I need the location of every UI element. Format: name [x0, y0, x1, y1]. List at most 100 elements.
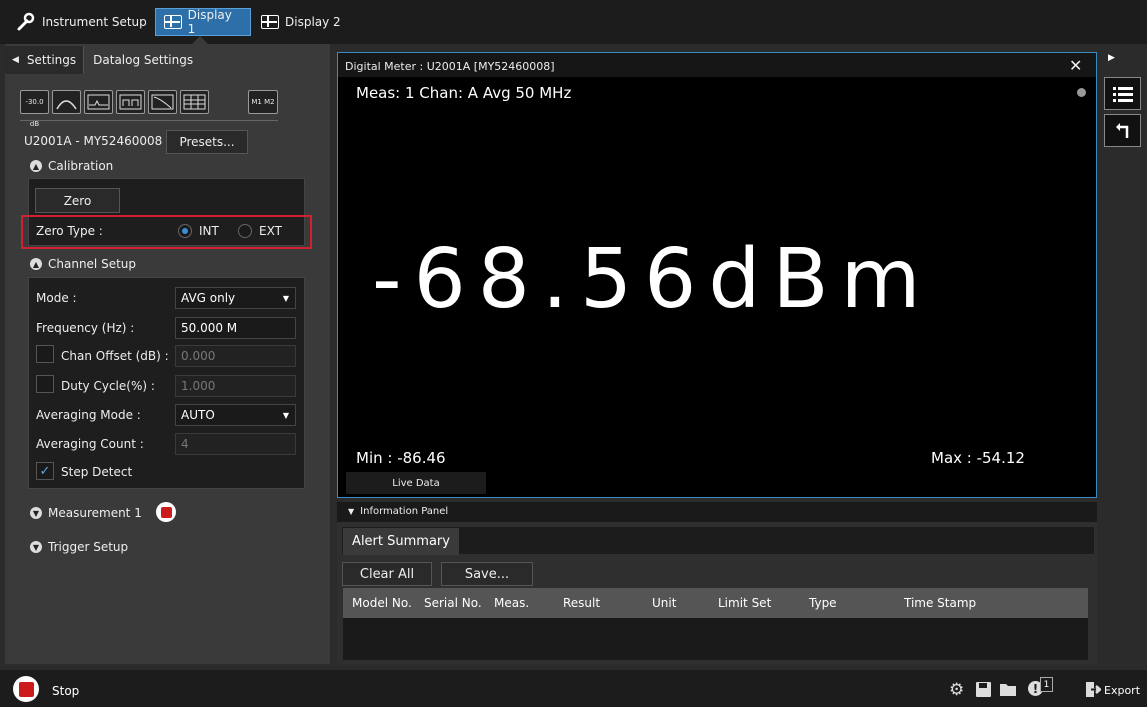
- trace-icon: [87, 94, 110, 110]
- ccdf-view-icon[interactable]: [148, 90, 177, 114]
- chan-offset-checkbox[interactable]: [36, 345, 54, 363]
- frequency-input[interactable]: 50.000 M: [175, 317, 296, 339]
- frequency-label: Frequency (Hz) :: [36, 321, 135, 335]
- tab-alert-summary[interactable]: Alert Summary: [343, 528, 459, 555]
- export-arrow-icon: [1086, 682, 1102, 697]
- step-detect-checkbox[interactable]: ✓: [36, 462, 54, 480]
- duty-cycle-input[interactable]: 1.000: [175, 375, 296, 397]
- measurement-header[interactable]: ▼ Measurement 1: [30, 506, 142, 520]
- live-data-tab[interactable]: Live Data: [346, 472, 486, 494]
- radio-int[interactable]: [178, 224, 192, 238]
- averaging-mode-value: AUTO: [181, 408, 215, 422]
- column-limit-set[interactable]: Limit Set: [718, 596, 771, 610]
- export-icon[interactable]: [1086, 682, 1102, 697]
- alert-count-badge: 1: [1040, 677, 1053, 692]
- presets-button[interactable]: Presets...: [166, 130, 248, 154]
- stop-square: [18, 681, 34, 697]
- chan-offset-label: Chan Offset (dB) :: [61, 349, 169, 363]
- measurement-stop-icon[interactable]: [156, 502, 176, 522]
- settings-tabs: ◀ Settings Datalog Settings: [5, 46, 201, 76]
- duty-cycle-checkbox[interactable]: [36, 375, 54, 393]
- radio-dot: [182, 228, 188, 234]
- section-title: Channel Setup: [48, 257, 137, 271]
- ext-label: EXT: [259, 224, 282, 238]
- status-indicator: [1077, 88, 1086, 97]
- gear-icon[interactable]: ⚙: [949, 680, 964, 700]
- information-panel-header[interactable]: [337, 502, 1097, 522]
- column-meas[interactable]: Meas.: [494, 596, 529, 610]
- tab-label: Instrument Setup: [42, 15, 147, 29]
- alert-table-body: [343, 618, 1088, 660]
- trace-view-icon[interactable]: [84, 90, 113, 114]
- meter-title: Digital Meter : U2001A [MY52460008]: [345, 60, 555, 73]
- gate-icon: [119, 94, 142, 110]
- zero-type-label: Zero Type :: [36, 224, 103, 238]
- mode-select[interactable]: AVG only ▼: [175, 287, 296, 309]
- table-view-icon[interactable]: [180, 90, 209, 114]
- column-model-no[interactable]: Model No.: [352, 596, 412, 610]
- min-value: Min : -86.46: [356, 449, 446, 467]
- device-label: U2001A - MY52460008: [24, 134, 163, 148]
- averaging-mode-select[interactable]: AUTO ▼: [175, 404, 296, 426]
- return-arrow-icon: [1115, 122, 1128, 138]
- expand-right-icon[interactable]: ▶: [1108, 53, 1115, 63]
- power-reading: -68.56dBm: [372, 232, 933, 327]
- trigger-setup-header[interactable]: ▼ Trigger Setup: [30, 540, 128, 554]
- panel-title-text: Information Panel: [360, 506, 449, 517]
- tab-pointer: [192, 36, 208, 44]
- channel-setup-header[interactable]: ▲ Channel Setup: [30, 257, 136, 271]
- column-unit[interactable]: Unit: [652, 596, 676, 610]
- dropdown-arrow-icon: ▼: [282, 410, 289, 420]
- save-button[interactable]: Save...: [441, 562, 533, 586]
- stop-label[interactable]: Stop: [52, 684, 79, 698]
- column-type[interactable]: Type: [809, 596, 837, 610]
- open-folder-icon[interactable]: [1000, 682, 1018, 697]
- collapse-arrow-icon: ▼: [348, 507, 355, 516]
- radio-ext[interactable]: [238, 224, 252, 238]
- calibration-header[interactable]: ▲ Calibration: [30, 159, 113, 173]
- averaging-count-label: Averaging Count :: [36, 437, 144, 451]
- floppy-icon: [976, 682, 991, 697]
- divider: [20, 120, 278, 121]
- averaging-count-input[interactable]: 4: [175, 433, 296, 455]
- chan-offset-input[interactable]: 0.000: [175, 345, 296, 367]
- tab-datalog-settings[interactable]: Datalog Settings: [86, 46, 201, 74]
- grid-icon: [183, 94, 206, 110]
- collapse-icon: ▲: [30, 160, 42, 172]
- expand-icon: ▼: [30, 541, 42, 553]
- wrench-icon: [17, 12, 35, 31]
- column-serial-no[interactable]: Serial No.: [424, 596, 482, 610]
- section-title: Measurement 1: [48, 506, 142, 520]
- averaging-mode-label: Averaging Mode :: [36, 408, 141, 422]
- alert-icon[interactable]: ! 1: [1028, 677, 1053, 701]
- column-time-stamp[interactable]: Time Stamp: [904, 596, 976, 610]
- meter-info: Meas: 1 Chan: A Avg 50 MHz: [356, 84, 572, 102]
- mode-value: AVG only: [181, 291, 236, 305]
- menu-icon[interactable]: [1104, 77, 1141, 110]
- tab-display-2[interactable]: Display 2: [253, 8, 349, 36]
- tab-display-1[interactable]: Display 1: [155, 8, 251, 36]
- export-label[interactable]: Export: [1104, 684, 1140, 697]
- max-value: Max : -54.12: [931, 449, 1025, 467]
- column-result[interactable]: Result: [563, 596, 600, 610]
- gauge-icon: [56, 100, 77, 110]
- clear-all-button[interactable]: Clear All: [342, 562, 432, 586]
- zero-button[interactable]: Zero: [35, 188, 120, 213]
- close-icon[interactable]: ✕: [1069, 56, 1082, 75]
- tab-label: Display 2: [285, 15, 341, 29]
- display-icon: [164, 15, 182, 29]
- tab-label: Display 1: [187, 8, 232, 36]
- range-view-icon[interactable]: -30.0 dB: [20, 90, 49, 128]
- tab-label: Datalog Settings: [93, 53, 194, 67]
- tab-instrument-setup[interactable]: Instrument Setup: [8, 8, 155, 36]
- m1m2-view-icon[interactable]: M1 M2: [248, 90, 278, 114]
- stop-square: [160, 506, 172, 518]
- return-icon[interactable]: [1104, 114, 1141, 147]
- section-title: Trigger Setup: [48, 540, 129, 554]
- tab-settings[interactable]: ◀ Settings: [5, 46, 85, 74]
- stop-icon[interactable]: [13, 676, 39, 702]
- collapse-left-icon[interactable]: ◀: [12, 55, 19, 65]
- gated-view-icon[interactable]: [116, 90, 145, 114]
- meter-view-icon[interactable]: [52, 90, 81, 114]
- save-icon[interactable]: [976, 682, 991, 697]
